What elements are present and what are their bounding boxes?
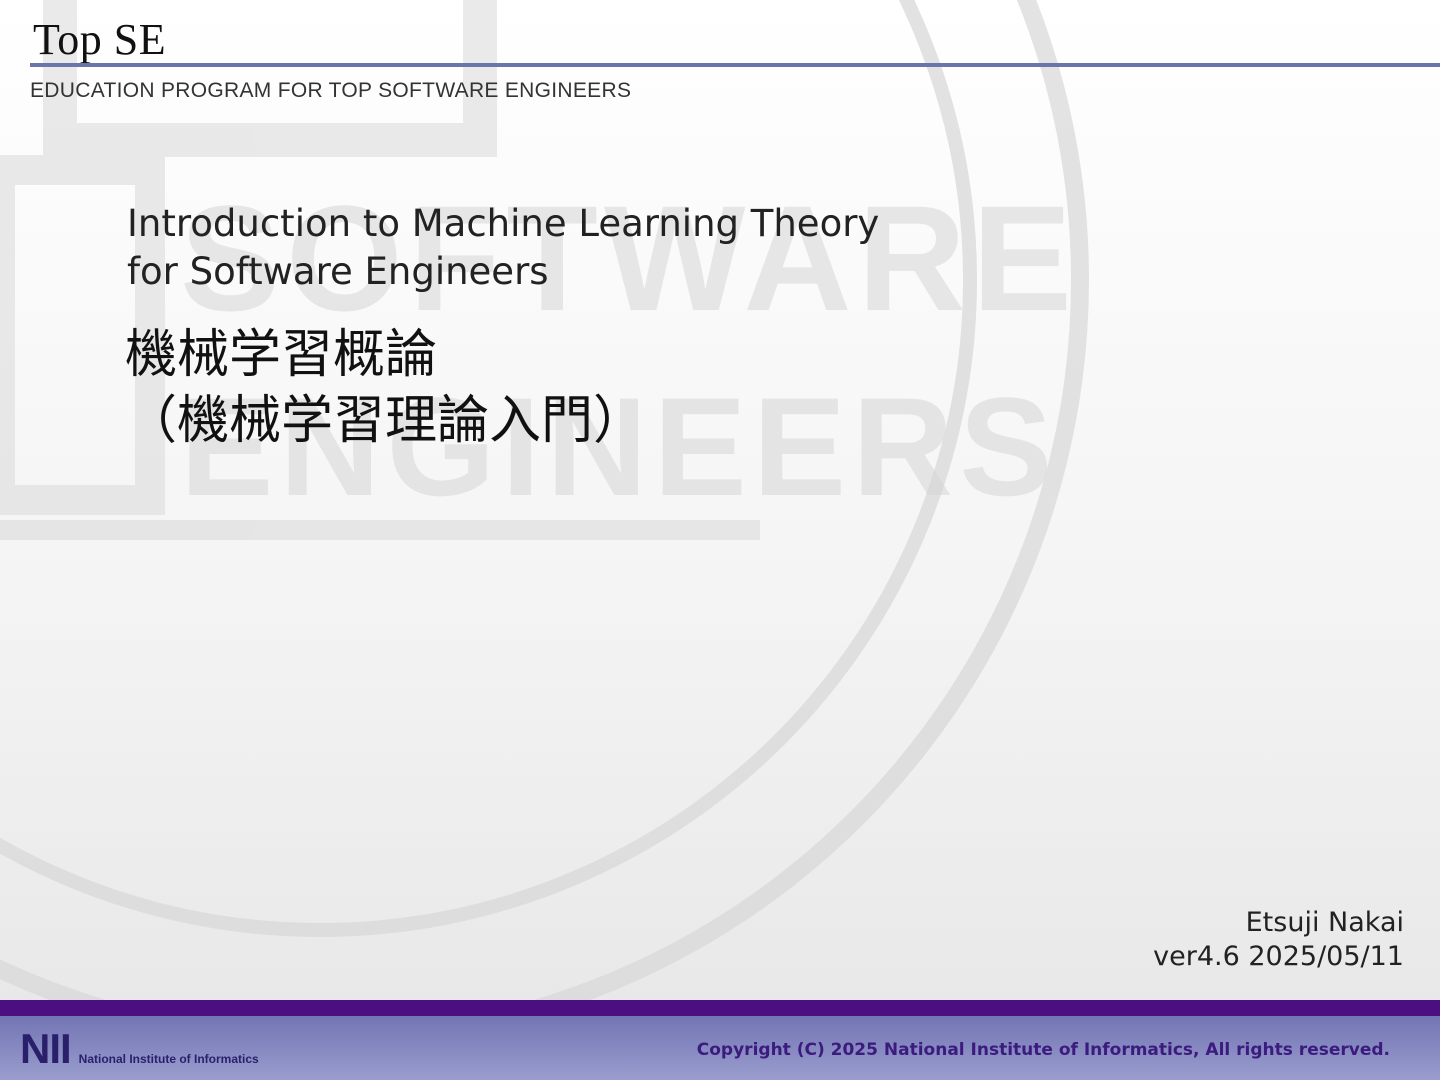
- english-title-line-2: for Software Engineers: [127, 250, 549, 293]
- japanese-title-line-2: （機械学習理論入門）: [125, 391, 646, 451]
- footer-accent-bar: [0, 1000, 1440, 1016]
- nii-logo: NII National Institute of Informatics: [20, 1025, 259, 1072]
- brand-subtitle: EDUCATION PROGRAM FOR TOP SOFTWARE ENGIN…: [30, 79, 632, 102]
- japanese-title: 機械学習概論 （機械学習理論入門）: [125, 322, 645, 454]
- copyright-notice: Copyright (C) 2025 National Institute of…: [696, 1040, 1390, 1060]
- japanese-title-line-1: 機械学習概論: [125, 325, 438, 385]
- nii-logo-text: National Institute of Informatics: [78, 1052, 259, 1066]
- english-title: Introduction to Machine Learning Theory …: [127, 200, 879, 296]
- author-block: Etsuji Nakai ver4.6 2025/05/11: [1153, 906, 1404, 974]
- version-date: ver4.6 2025/05/11: [1153, 941, 1404, 972]
- english-title-line-1: Introduction to Machine Learning Theory: [127, 202, 880, 245]
- header-divider: [30, 63, 1440, 67]
- brand-logo-text: Top SE: [33, 15, 167, 64]
- nii-logo-mark: NII: [20, 1025, 72, 1072]
- author-name: Etsuji Nakai: [1245, 907, 1404, 938]
